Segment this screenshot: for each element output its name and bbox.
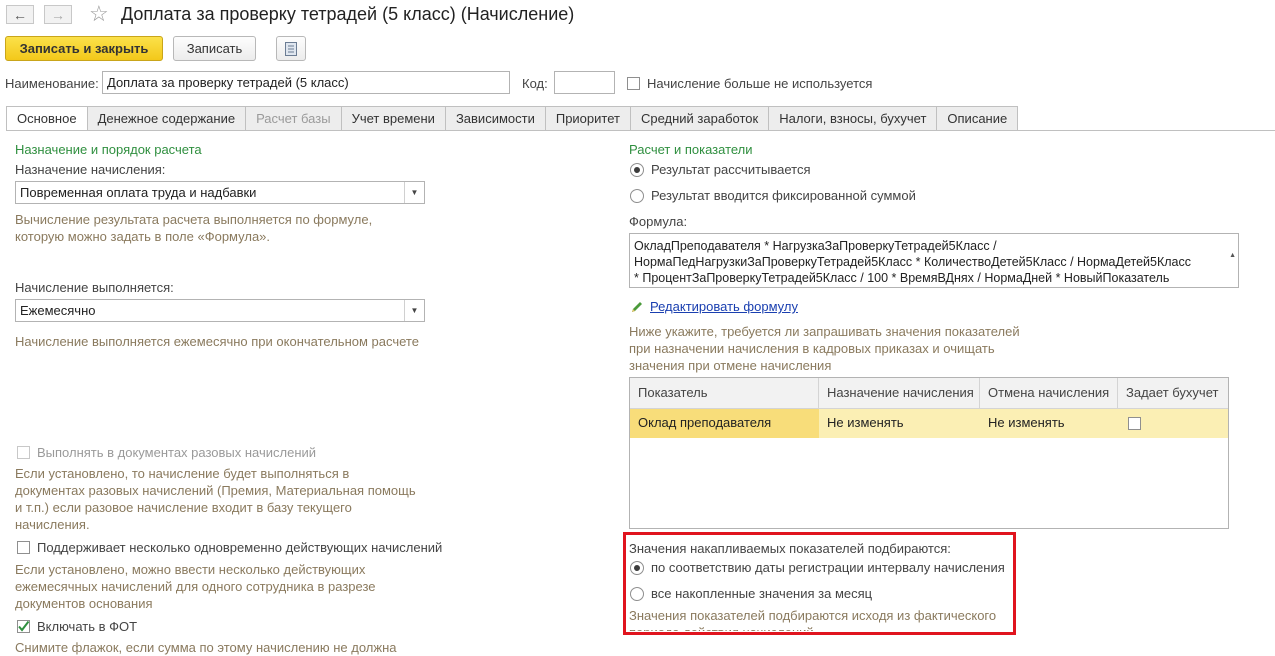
- radio-accum-all-month-label: все накопленные значения за месяц: [651, 586, 873, 601]
- tab-dependencies[interactable]: Зависимости: [445, 106, 546, 131]
- unused-label: Начисление больше не используется: [647, 76, 873, 91]
- execution-hint: Начисление выполняется ежемесячно при ок…: [15, 334, 419, 349]
- formula-line: ОкладПреподавателя * НагрузкаЗаПроверкуТ…: [634, 239, 997, 253]
- radio-accum-all-month[interactable]: [630, 587, 644, 601]
- name-label: Наименование:: [5, 76, 99, 91]
- star-icon[interactable]: ☆: [89, 2, 109, 26]
- assign-cell[interactable]: Не изменять: [819, 409, 980, 438]
- indicators-hint: Ниже укажите, требуется ли запрашивать з…: [629, 324, 1020, 373]
- fot-hint: Снимите флажок, если сумма по этому начи…: [15, 640, 397, 655]
- tab-taxes[interactable]: Налоги, взносы, бухучет: [769, 106, 938, 131]
- onetime-checkbox[interactable]: [17, 446, 30, 459]
- formula-scroll[interactable]: ▲▼: [1229, 237, 1236, 287]
- tab-average-earnings[interactable]: Средний заработок: [630, 106, 770, 131]
- arrow-left-icon: ←: [13, 6, 27, 23]
- tab-time[interactable]: Учет времени: [341, 106, 446, 131]
- purpose-select[interactable]: Повременная оплата труда и надбавки ▼: [15, 181, 425, 204]
- onetime-hint: Если установлено, то начисление будет вы…: [15, 466, 416, 532]
- checkmark-icon: [18, 620, 30, 632]
- column-header[interactable]: Отмена начисления: [980, 378, 1118, 408]
- execution-value: Ежемесячно: [20, 303, 96, 318]
- onetime-label: Выполнять в документах разовых начислени…: [37, 445, 317, 460]
- tab-money[interactable]: Денежное содержание: [87, 106, 247, 131]
- tab-priority[interactable]: Приоритет: [545, 106, 631, 131]
- accum-hint: Значения показателей подбираются исходя …: [629, 608, 997, 631]
- save-button[interactable]: Записать: [173, 36, 256, 61]
- formula-line: * ПроцентЗаПроверкуТетрадей5Класс / 100 …: [634, 271, 1170, 285]
- tab-bar: Основное Денежное содержание Расчет базы…: [6, 106, 1019, 131]
- window-title: Доплата за проверку тетрадей (5 класс) (…: [121, 4, 575, 24]
- radio-calculated-label: Результат рассчитывается: [651, 162, 811, 177]
- purpose-label: Назначение начисления:: [15, 162, 166, 177]
- code-input[interactable]: [554, 71, 615, 94]
- fot-checkbox[interactable]: [17, 620, 30, 633]
- pencil-icon: [632, 302, 642, 312]
- formula-label: Формула:: [629, 214, 688, 229]
- unused-checkbox[interactable]: [627, 77, 640, 90]
- execution-label: Начисление выполняется:: [15, 280, 174, 295]
- formula-field[interactable]: ОкладПреподавателя * НагрузкаЗаПроверкуТ…: [629, 233, 1239, 288]
- indicators-table: Показатель Назначение начисления Отмена …: [629, 377, 1229, 529]
- tab-description[interactable]: Описание: [937, 106, 1019, 131]
- accounting-checkbox[interactable]: [1128, 417, 1141, 430]
- radio-accum-by-date-label: по соответствию даты регистрации интерва…: [651, 560, 1005, 575]
- table-header: Показатель Назначение начисления Отмена …: [630, 378, 1228, 409]
- tab-divider: [6, 130, 1275, 131]
- column-header[interactable]: Задает бухучет: [1118, 378, 1228, 408]
- column-header[interactable]: Показатель: [630, 378, 819, 408]
- column-header[interactable]: Назначение начисления: [819, 378, 980, 408]
- report-button[interactable]: [276, 36, 306, 61]
- formula-line: НормаПедНагрузкиЗаПроверкуТетрадей5Класс…: [634, 255, 1192, 269]
- accum-title: Значения накапливаемых показателей подби…: [629, 541, 951, 556]
- radio-fixed[interactable]: [630, 189, 644, 203]
- name-input[interactable]: Доплата за проверку тетрадей (5 класс): [102, 71, 510, 94]
- multiple-checkbox[interactable]: [17, 541, 30, 554]
- purpose-hint: Вычисление результата расчета выполняетс…: [15, 212, 373, 244]
- tab-base-calc[interactable]: Расчет базы: [246, 106, 342, 131]
- execution-select[interactable]: Ежемесячно ▼: [15, 299, 425, 322]
- save-and-close-button[interactable]: Записать и закрыть: [5, 36, 163, 61]
- cancel-cell[interactable]: Не изменять: [980, 409, 1118, 438]
- multiple-label: Поддерживает несколько одновременно дейс…: [37, 540, 443, 555]
- arrow-right-icon: →: [51, 6, 65, 23]
- multiple-hint: Если установлено, можно ввести несколько…: [15, 562, 376, 611]
- edit-formula-link[interactable]: Редактировать формулу: [650, 299, 798, 314]
- radio-fixed-label: Результат вводится фиксированной суммой: [651, 188, 916, 203]
- table-row[interactable]: Оклад преподавателя Не изменять Не измен…: [630, 409, 1228, 438]
- left-section-title: Назначение и порядок расчета: [15, 142, 202, 157]
- radio-calculated[interactable]: [630, 163, 644, 177]
- purpose-value: Повременная оплата труда и надбавки: [20, 185, 257, 200]
- tab-main[interactable]: Основное: [6, 106, 88, 131]
- radio-accum-by-date[interactable]: [630, 561, 644, 575]
- dropdown-arrow-icon[interactable]: ▼: [404, 182, 424, 203]
- code-label: Код:: [522, 76, 548, 91]
- forward-button[interactable]: →: [44, 5, 72, 24]
- back-button[interactable]: ←: [6, 5, 34, 24]
- indicator-cell[interactable]: Оклад преподавателя: [630, 409, 819, 438]
- document-list-icon: [285, 41, 297, 56]
- dropdown-arrow-icon[interactable]: ▼: [404, 300, 424, 321]
- right-section-title: Расчет и показатели: [629, 142, 753, 157]
- fot-label: Включать в ФОТ: [37, 619, 138, 634]
